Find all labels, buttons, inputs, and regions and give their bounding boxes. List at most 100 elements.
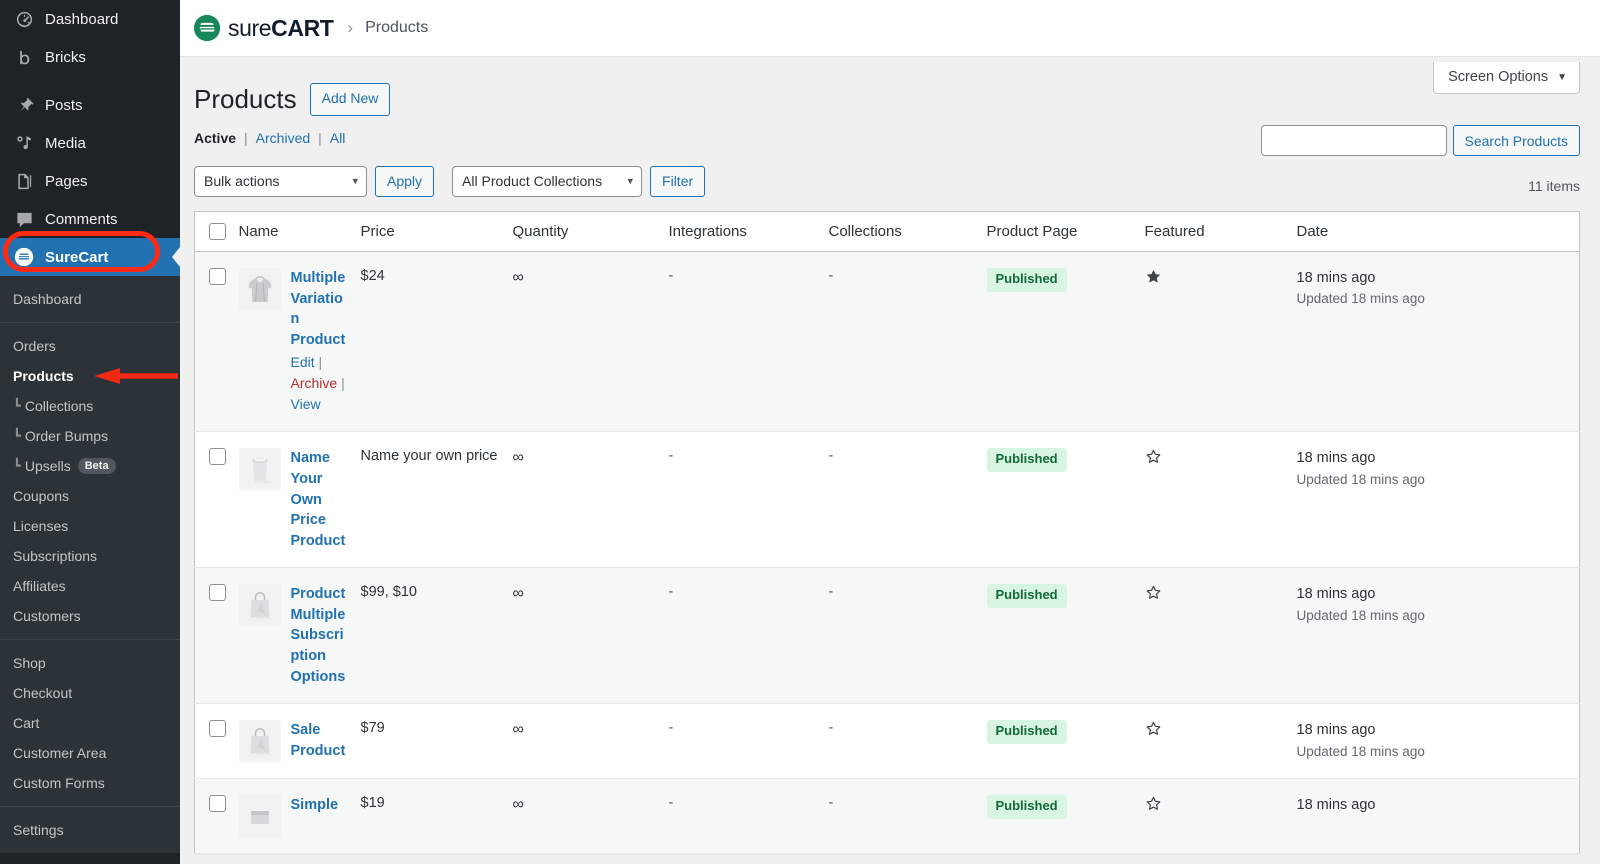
collections-value: - [829,584,834,600]
table-row: Product Multiple Subscription Options$99… [195,568,1580,704]
date-updated: Updated 18 mins ago [1297,291,1570,306]
column-header-name[interactable]: Name [239,211,361,252]
sidebar-subitem-label: Customer Area [13,745,106,761]
sidebar-subitem-settings[interactable]: Settings [0,815,180,845]
collection-filter-select[interactable]: All Product Collections [452,166,642,197]
date-updated: Updated 18 mins ago [1297,608,1570,623]
sidebar-subitem-dashboard[interactable]: Dashboard [0,284,180,314]
product-collections-cell: - [829,252,987,432]
name-cell-inner: Sale Product [239,720,351,762]
sidebar-subitem-label: Cart [13,715,39,731]
quantity-value: ∞ [513,585,524,602]
sidebar-subitem-label: Subscriptions [13,548,97,564]
sidebar-subitem-shop[interactable]: Shop [0,648,180,678]
row-checkbox[interactable] [209,584,226,601]
search-products-button[interactable]: Search Products [1453,125,1581,156]
table-row: Multiple Variation ProductEdit | Archive… [195,252,1580,432]
beta-badge: Beta [78,458,116,474]
status-filter-archived[interactable]: Archived [256,130,310,146]
surecart-logo[interactable]: sureCART [194,15,333,42]
search-input[interactable] [1261,125,1447,156]
column-header-date[interactable]: Date [1297,211,1580,252]
sidebar-subitem-label: Upsells [25,458,71,474]
sidebar-subitem-products[interactable]: Products [0,361,180,391]
product-featured-cell [1145,704,1297,779]
row-select-cell [195,779,239,854]
product-price-cell: $19 [361,779,513,854]
sidebar-item-bricks[interactable]: Bricks [0,38,180,76]
sidebar-subitem-licenses[interactable]: Licenses [0,511,180,541]
sidebar-subitem-affiliates[interactable]: Affiliates [0,571,180,601]
search-area: Search Products [1261,125,1581,156]
sidebar-subitem-coupons[interactable]: Coupons [0,481,180,511]
collections-value: - [829,268,834,284]
sidebar-item-pages[interactable]: Pages [0,162,180,200]
product-price-cell: $99, $10 [361,568,513,704]
row-action-archive[interactable]: Archive [291,375,338,391]
add-new-button[interactable]: Add New [310,83,391,116]
sidebar-item-surecart[interactable]: SureCart [0,238,180,276]
sidebar-subitem-checkout[interactable]: Checkout [0,678,180,708]
sidebar-item-posts[interactable]: Posts [0,86,180,124]
apply-button[interactable]: Apply [375,166,434,197]
row-checkbox[interactable] [209,268,226,285]
product-name-link[interactable]: Simple [291,795,339,816]
column-header-collections[interactable]: Collections [829,211,987,252]
product-integrations-cell: - [669,252,829,432]
product-quantity-cell: ∞ [513,704,669,779]
status-filter-all[interactable]: All [330,130,346,146]
media-icon [13,132,35,154]
sidebar-subitem-label: Coupons [13,488,69,504]
name-cell-inner: Multiple Variation ProductEdit | Archive… [239,268,351,415]
product-name-link[interactable]: Multiple Variation Product [291,268,351,350]
row-checkbox[interactable] [209,720,226,737]
column-header-integrations[interactable]: Integrations [669,211,829,252]
sidebar-subitem-cart[interactable]: Cart [0,708,180,738]
status-filter-active[interactable]: Active [194,130,236,146]
column-header-featured[interactable]: Featured [1145,211,1297,252]
submenu-group-commerce: OrdersProducts┗Collections┗Order Bumps┗U… [0,331,180,631]
product-name-link[interactable]: Sale Product [291,720,351,761]
row-action-edit[interactable]: Edit [291,354,315,370]
row-actions: Edit | Archive | View [291,352,351,415]
date-created: 18 mins ago [1297,795,1570,815]
star-outline-icon[interactable] [1145,795,1162,816]
sidebar-subitem-orders[interactable]: Orders [0,331,180,361]
integrations-value: - [669,268,674,284]
sidebar-subitem-subscriptions[interactable]: Subscriptions [0,541,180,571]
sidebar-subitem-order-bumps[interactable]: ┗Order Bumps [0,421,180,451]
screen-options-toggle[interactable]: Screen Options ▼ [1433,62,1580,94]
row-select-cell [195,568,239,704]
product-name-link[interactable]: Product Multiple Subscription Options [291,584,351,687]
row-action-view[interactable]: View [291,396,321,412]
sidebar-subitem-customers[interactable]: Customers [0,601,180,631]
bulk-actions-select[interactable]: Bulk actions [194,166,367,197]
sidebar-subitem-upsells[interactable]: ┗UpsellsBeta [0,451,180,481]
star-filled-icon[interactable] [1145,268,1162,289]
row-checkbox[interactable] [209,795,226,812]
comment-icon [13,208,35,230]
sidebar-item-dashboard[interactable]: Dashboard [0,0,180,38]
sidebar-subitem-label: Affiliates [13,578,66,594]
product-page-cell: Published [987,568,1145,704]
sidebar-item-comments[interactable]: Comments [0,200,180,238]
star-outline-icon[interactable] [1145,720,1162,741]
column-header-price[interactable]: Price [361,211,513,252]
sidebar-subitem-collections[interactable]: ┗Collections [0,391,180,421]
row-action-separator: | [341,375,345,391]
name-cell-inner: Product Multiple Subscription Options [239,584,351,687]
sidebar-subitem-customer-area[interactable]: Customer Area [0,738,180,768]
filter-button[interactable]: Filter [650,166,705,197]
star-outline-icon[interactable] [1145,448,1162,469]
sidebar-subitem-custom-forms[interactable]: Custom Forms [0,768,180,798]
column-header-product-page[interactable]: Product Page [987,211,1145,252]
sidebar-item-media[interactable]: Media [0,124,180,162]
surecart-logo-mark-icon [194,15,220,41]
row-checkbox[interactable] [209,448,226,465]
column-header-quantity[interactable]: Quantity [513,211,669,252]
product-name-link[interactable]: Name Your Own Price Product [291,448,351,551]
screen-options-label: Screen Options [1448,69,1548,85]
name-cell-inner: Name Your Own Price Product [239,448,351,551]
star-outline-icon[interactable] [1145,584,1162,605]
select-all-checkbox[interactable] [209,223,226,240]
